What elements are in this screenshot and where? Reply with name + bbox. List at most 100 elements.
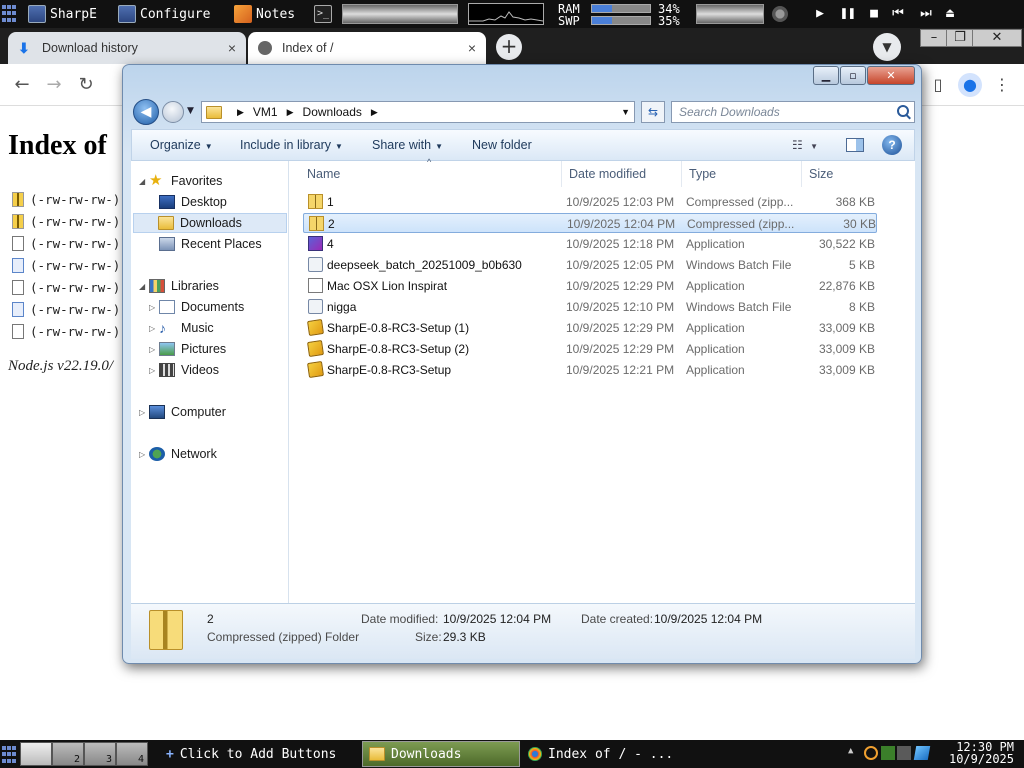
expand-arrow-icon[interactable]: ▷ (139, 408, 149, 417)
tab-close-icon[interactable]: × (468, 40, 476, 56)
include-in-library-button[interactable]: Include in library ▼ (240, 138, 343, 152)
refresh-button[interactable]: ⇆ (641, 101, 665, 123)
breadcrumb-vm1[interactable]: VM1 (253, 105, 278, 119)
expand-arrow-icon[interactable]: ▷ (149, 303, 159, 312)
search-input[interactable]: Search Downloads (671, 101, 915, 123)
list-item[interactable]: (-rw-rw-rw-) (12, 190, 120, 208)
tray-app-icon[interactable] (897, 746, 911, 760)
previous-icon[interactable]: ⏮ (890, 6, 906, 22)
browser-maximize-button[interactable]: ❐ (946, 29, 974, 47)
terminal-launcher[interactable]: >_ (314, 3, 332, 25)
notes-launcher[interactable]: Notes (234, 3, 295, 25)
recent-pages-dropdown[interactable]: ▼ (187, 106, 197, 116)
minimize-button[interactable]: ▁ (813, 66, 839, 85)
window-list-box[interactable] (342, 4, 458, 24)
tab-search-button[interactable]: ▼ (873, 33, 901, 61)
play-icon[interactable]: ▶ (812, 6, 828, 22)
workspace-2[interactable]: 2 (52, 742, 84, 766)
tab-close-icon[interactable]: × (228, 40, 236, 56)
nav-videos[interactable]: ▷ Videos (149, 360, 219, 380)
view-options-button[interactable]: ☷ ▼ (792, 138, 818, 152)
new-folder-button[interactable]: New folder (472, 138, 532, 152)
add-buttons-button[interactable]: + Click to Add Buttons (160, 741, 336, 767)
next-icon[interactable]: ⏭ (918, 6, 934, 22)
column-size[interactable]: Size (809, 167, 833, 181)
list-item[interactable]: (-rw-rw-rw-) (12, 278, 120, 296)
workspace-3[interactable]: 3 (84, 742, 116, 766)
file-row-mac-osx[interactable]: Mac OSX Lion Inspirat 10/9/2025 12:29 PM A… (303, 276, 877, 296)
column-divider[interactable] (561, 161, 562, 187)
menu-dots-icon[interactable]: ⋮ (990, 73, 1014, 97)
list-item[interactable]: (-rw-rw-rw-) (12, 212, 120, 230)
sidepanel-icon[interactable]: ▯ (926, 73, 950, 97)
new-tab-button[interactable]: + (496, 34, 522, 60)
workspace-4[interactable]: 4 (116, 742, 148, 766)
file-row-4[interactable]: 4 10/9/2025 12:18 PM Application 30,522 KB (303, 234, 877, 254)
file-row-deepseek-batch[interactable]: deepseek_batch_20251009_b0b630 10/9/2025 … (303, 255, 877, 275)
forward-arrow-icon[interactable]: → (44, 75, 64, 95)
file-row-sharpe-setup-1[interactable]: SharpE-0.8-RC3-Setup (1) 10/9/2025 12:29 … (303, 318, 877, 338)
stop-icon[interactable]: ■ (866, 6, 882, 22)
breadcrumb-downloads[interactable]: Downloads (303, 105, 362, 119)
organize-button[interactable]: Organize ▼ (150, 138, 213, 152)
forward-button[interactable] (162, 101, 184, 123)
reload-icon[interactable]: ↻ (76, 75, 96, 95)
sharpe-launcher[interactable]: SharpE (28, 3, 97, 25)
share-with-button[interactable]: Share with ▼ (372, 138, 443, 152)
tray-expand-icon[interactable]: ▲ (848, 746, 862, 760)
chevron-down-icon[interactable]: ▼ (621, 107, 630, 117)
bluetooth-icon[interactable] (913, 746, 931, 760)
taskbar-browser[interactable]: Index of / - ... (522, 741, 673, 767)
list-item[interactable]: (-rw-rw-rw-) (12, 234, 120, 252)
expand-arrow-icon[interactable]: ◢ (139, 282, 149, 291)
help-icon[interactable]: ? (882, 135, 902, 155)
address-bar[interactable]: ▶ VM1 ▶ Downloads ▶ ▼ (201, 101, 635, 123)
close-button[interactable]: ✕ (867, 66, 915, 85)
menu-button[interactable] (2, 3, 20, 25)
expand-arrow-icon[interactable]: ▷ (139, 450, 149, 459)
back-button[interactable]: ◀ (133, 99, 159, 125)
column-type[interactable]: Type (689, 167, 716, 181)
taskbar-downloads[interactable]: Downloads (362, 741, 520, 767)
nav-desktop[interactable]: Desktop (159, 192, 227, 212)
configure-launcher[interactable]: Configure (118, 3, 210, 25)
expand-arrow-icon[interactable]: ▷ (149, 366, 159, 375)
file-row-sharpe-setup-2[interactable]: SharpE-0.8-RC3-Setup (2) 10/9/2025 12:29 … (303, 339, 877, 359)
nav-favorites[interactable]: ◢ ★ Favorites (139, 171, 222, 191)
file-row-sharpe-setup[interactable]: SharpE-0.8-RC3-Setup 10/9/2025 12:21 PM Ap… (303, 360, 877, 380)
volume-bar[interactable] (696, 4, 764, 24)
nav-music[interactable]: ▷ ♪ Music (149, 318, 214, 338)
nav-libraries[interactable]: ◢ Libraries (139, 276, 219, 296)
browser-minimize-button[interactable]: – (920, 29, 948, 47)
column-divider[interactable] (801, 161, 802, 187)
mute-icon[interactable] (772, 6, 788, 22)
clock[interactable]: 12:30 PM 10/9/2025 (949, 741, 1014, 765)
file-row-2[interactable]: 2 10/9/2025 12:04 PM Compressed (zipp... 30… (303, 213, 877, 233)
preview-pane-icon[interactable] (846, 138, 864, 152)
profile-icon[interactable]: ● (958, 73, 982, 97)
nav-documents[interactable]: ▷ Documents (149, 297, 244, 317)
tab-index-of[interactable]: Index of / × (248, 32, 486, 64)
breadcrumb-separator[interactable]: ▶ (287, 107, 294, 118)
eject-icon[interactable]: ⏏ (942, 6, 958, 22)
nav-pictures[interactable]: ▷ Pictures (149, 339, 226, 359)
column-name[interactable]: Name (307, 167, 340, 181)
gpu-icon[interactable] (881, 746, 895, 760)
list-item[interactable]: (-rw-rw-rw-) (12, 256, 120, 274)
nav-downloads[interactable]: Downloads (133, 213, 287, 233)
nav-recent-places[interactable]: Recent Places (159, 234, 262, 254)
expand-arrow-icon[interactable]: ▷ (149, 345, 159, 354)
list-item[interactable]: (-rw-rw-rw-) (12, 322, 120, 340)
expand-arrow-icon[interactable]: ◢ (139, 177, 149, 186)
column-divider[interactable] (681, 161, 682, 187)
breadcrumb-separator[interactable]: ▶ (371, 107, 378, 118)
column-date-modified[interactable]: Date modified (569, 167, 646, 181)
search-icon[interactable] (864, 746, 878, 760)
list-item[interactable]: (-rw-rw-rw-) (12, 300, 120, 318)
pause-icon[interactable]: ❚❚ (840, 6, 856, 22)
file-row-batch-2[interactable]: nigga 10/9/2025 12:10 PM Windows Batch Fil… (303, 297, 877, 317)
file-row-1[interactable]: 1 10/9/2025 12:03 PM Compressed (zipp... 36… (303, 192, 877, 212)
workspace-1[interactable] (20, 742, 52, 766)
menu-button[interactable] (2, 746, 20, 764)
nav-network[interactable]: ▷ Network (139, 444, 217, 464)
